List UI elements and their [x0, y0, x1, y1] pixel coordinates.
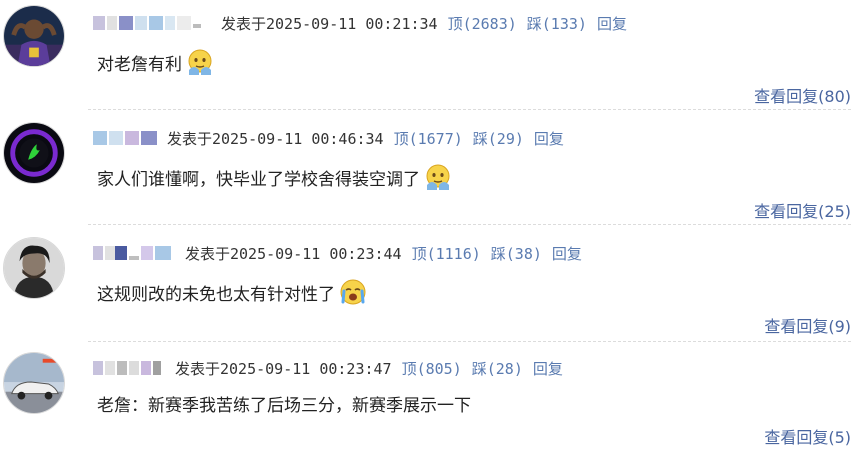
divider	[88, 224, 851, 225]
comment-content: 这规则改的未免也太有针对性了	[97, 278, 367, 306]
downvote-link[interactable]: 踩(38)	[491, 243, 542, 264]
comment-content: 老詹：新赛季我苦练了后场三分，新赛季展示一下	[97, 391, 471, 416]
divider	[88, 109, 851, 110]
comment-content: 对老詹有利	[97, 48, 214, 76]
comment-meta: 发表于2025-09-11 00:21:34 顶(2683) 踩(133) 回复	[93, 12, 627, 34]
comment-text: 家人们谁懂啊，快毕业了学校舍得装空调了	[97, 169, 420, 190]
posted-time: 发表于2025-09-11 00:46:34	[167, 129, 384, 148]
masked-username	[93, 246, 177, 260]
upvote-link[interactable]: 顶(2683)	[448, 13, 517, 34]
reply-link[interactable]: 回复	[533, 358, 563, 379]
crying-face-emoji-icon	[339, 278, 367, 306]
comment-item: 发表于2025-09-11 00:23:47 顶(805) 踩(28) 回复 老…	[0, 345, 859, 460]
avatar[interactable]	[3, 237, 65, 299]
divider	[88, 341, 851, 342]
comment-meta: 发表于2025-09-11 00:23:44 顶(1116) 踩(38) 回复	[93, 242, 582, 264]
upvote-link[interactable]: 顶(1116)	[412, 243, 481, 264]
posted-time: 发表于2025-09-11 00:23:47	[175, 359, 392, 378]
avatar[interactable]	[3, 352, 65, 414]
razer-logo-avatar-icon	[4, 123, 64, 183]
reply-link[interactable]: 回复	[597, 13, 627, 34]
view-replies-link[interactable]: 查看回复(80)	[754, 83, 851, 107]
comment-text: 老詹：新赛季我苦练了后场三分，新赛季展示一下	[97, 396, 471, 416]
comment-item: 发表于2025-09-11 00:46:34 顶(1677) 踩(29) 回复 …	[0, 115, 859, 230]
view-replies-link[interactable]: 查看回复(9)	[764, 313, 851, 337]
portrait-avatar-icon	[4, 238, 64, 298]
masked-username	[93, 131, 159, 145]
comment-item: 发表于2025-09-11 00:21:34 顶(2683) 踩(133) 回复…	[0, 0, 859, 115]
comment-text: 对老詹有利	[97, 54, 182, 75]
upvote-link[interactable]: 顶(805)	[402, 358, 462, 379]
comment-meta: 发表于2025-09-11 00:46:34 顶(1677) 踩(29) 回复	[93, 127, 564, 149]
downvote-link[interactable]: 踩(133)	[527, 13, 587, 34]
reply-link[interactable]: 回复	[552, 243, 582, 264]
avatar[interactable]	[3, 122, 65, 184]
masked-username	[93, 361, 167, 375]
shy-face-emoji-icon	[186, 48, 214, 76]
comment-meta: 发表于2025-09-11 00:23:47 顶(805) 踩(28) 回复	[93, 357, 563, 379]
reply-link[interactable]: 回复	[534, 128, 564, 149]
comment-text: 这规则改的未免也太有针对性了	[97, 284, 335, 305]
downvote-link[interactable]: 踩(29)	[473, 128, 524, 149]
shy-face-emoji-icon	[424, 163, 452, 191]
comment-content: 家人们谁懂啊，快毕业了学校舍得装空调了	[97, 163, 452, 191]
downvote-link[interactable]: 踩(28)	[472, 358, 523, 379]
comment-item: 发表于2025-09-11 00:23:44 顶(1116) 踩(38) 回复 …	[0, 230, 859, 345]
avatar[interactable]	[3, 5, 65, 67]
upvote-link[interactable]: 顶(1677)	[394, 128, 463, 149]
posted-time: 发表于2025-09-11 00:21:34	[221, 14, 438, 33]
car-avatar-icon	[4, 353, 64, 413]
view-replies-link[interactable]: 查看回复(25)	[754, 198, 851, 222]
masked-username	[93, 16, 213, 30]
basketball-player-avatar-icon	[4, 6, 64, 66]
view-replies-link[interactable]: 查看回复(5)	[764, 424, 851, 448]
posted-time: 发表于2025-09-11 00:23:44	[185, 244, 402, 263]
